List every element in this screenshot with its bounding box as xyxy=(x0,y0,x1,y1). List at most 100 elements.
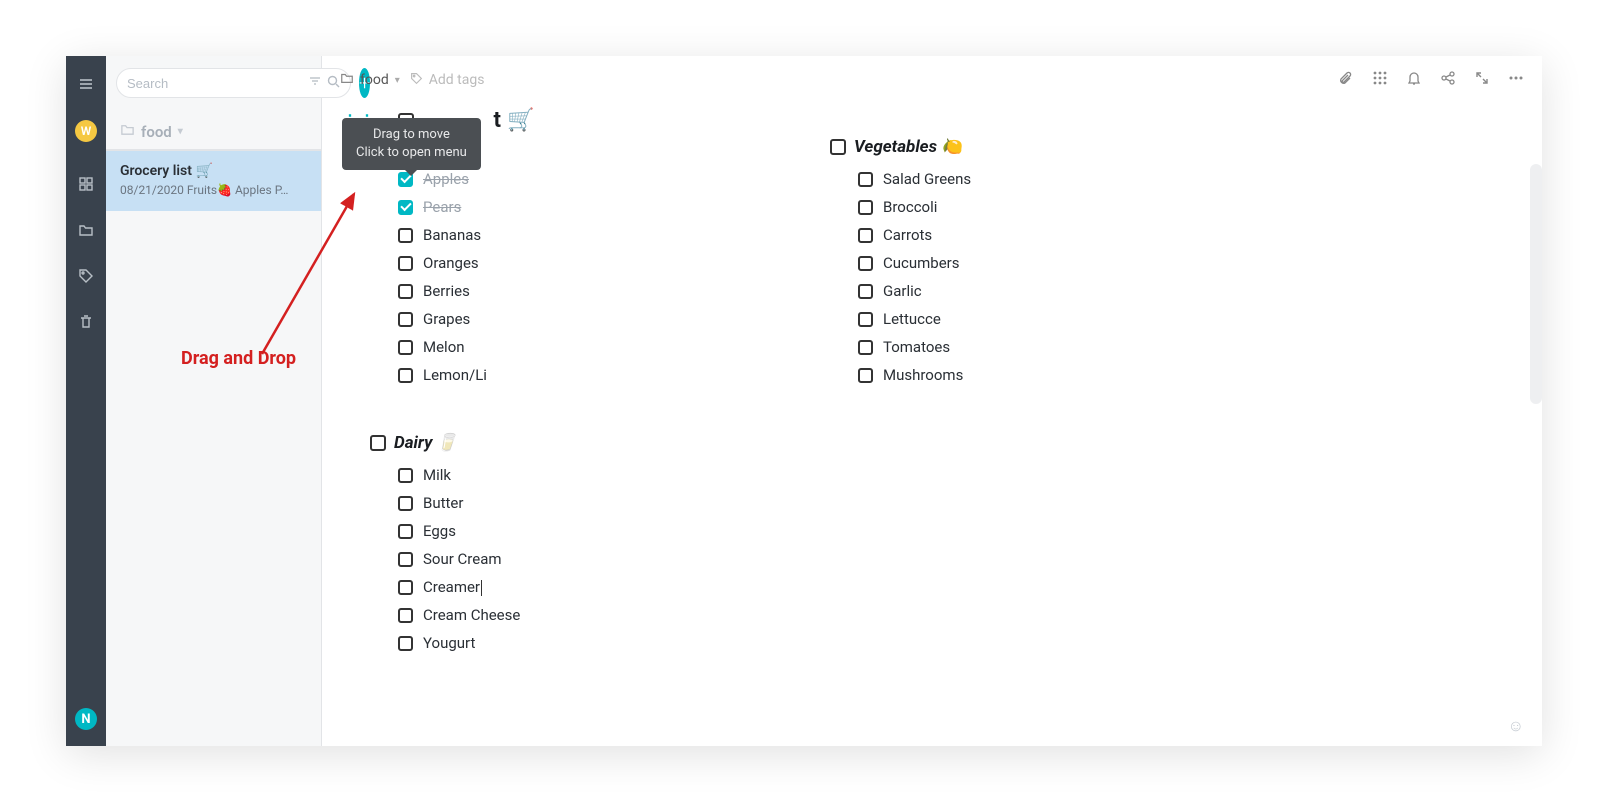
list-item[interactable]: Sour Cream xyxy=(398,545,650,573)
column-left: Fruits 🍓 ApplesPearsBananasOrangesBerrie… xyxy=(370,137,650,687)
emoji-picker-icon[interactable]: ☺ xyxy=(1508,716,1524,736)
scrollbar[interactable] xyxy=(1530,164,1542,404)
avatar[interactable]: W xyxy=(75,120,97,142)
share-icon[interactable] xyxy=(1440,70,1456,90)
app-logo[interactable]: N xyxy=(75,708,97,730)
list-item[interactable]: Lemon/Li xyxy=(398,361,650,389)
search-input-wrapper[interactable] xyxy=(116,68,351,98)
group-label: Dairy 🥛 xyxy=(394,433,458,453)
item-checkbox[interactable] xyxy=(398,636,413,651)
list-item[interactable]: Bananas xyxy=(398,221,650,249)
item-checkbox[interactable] xyxy=(858,312,873,327)
item-text: Bananas xyxy=(423,226,481,244)
document-body[interactable]: ⋮⋮ ▾ t 🛒 Fruits 🍓 xyxy=(322,104,1542,746)
list-item[interactable]: Mushrooms xyxy=(858,361,1110,389)
search-input[interactable] xyxy=(127,76,303,91)
chevron-down-icon[interactable]: ▾ xyxy=(395,75,400,86)
item-checkbox[interactable] xyxy=(858,200,873,215)
menu-icon[interactable] xyxy=(76,74,96,94)
list-item[interactable]: Milk xyxy=(398,461,650,489)
list-item[interactable]: Creamer xyxy=(398,573,650,601)
tooltip-line: Click to open menu xyxy=(356,144,467,162)
tag-icon xyxy=(410,72,423,89)
filter-icon[interactable] xyxy=(309,75,321,91)
list-item[interactable]: Garlic xyxy=(858,277,1110,305)
list-item[interactable]: Lettucce xyxy=(858,305,1110,333)
item-checkbox[interactable] xyxy=(398,340,413,355)
item-checkbox[interactable] xyxy=(858,284,873,299)
top-right-actions xyxy=(1338,70,1524,90)
item-checkbox[interactable] xyxy=(398,284,413,299)
trash-icon[interactable] xyxy=(76,312,96,332)
tooltip-line: Drag to move xyxy=(356,126,467,144)
list-item[interactable]: Salad Greens xyxy=(858,165,1110,193)
item-checkbox[interactable] xyxy=(398,256,413,271)
item-checkbox[interactable] xyxy=(398,580,413,595)
add-tags-label: Add tags xyxy=(429,72,485,88)
item-text: Carrots xyxy=(883,226,932,244)
list-item[interactable]: Yougurt xyxy=(398,629,650,657)
folder-name: food xyxy=(141,123,172,141)
expand-icon[interactable] xyxy=(1474,70,1490,90)
tag-icon[interactable] xyxy=(76,266,96,286)
item-text: Milk xyxy=(423,466,451,484)
page-title: t 🛒 xyxy=(494,108,535,133)
list-item[interactable]: Grapes xyxy=(398,305,650,333)
item-checkbox[interactable] xyxy=(858,172,873,187)
item-checkbox[interactable] xyxy=(858,256,873,271)
item-checkbox[interactable] xyxy=(398,608,413,623)
sidebar: + food ▾ Grocery list 🛒 08/21/2020 Fruit… xyxy=(106,56,322,746)
breadcrumb[interactable]: food ▾ xyxy=(340,71,400,89)
item-checkbox[interactable] xyxy=(398,228,413,243)
item-checkbox[interactable] xyxy=(398,468,413,483)
list-item[interactable]: Carrots xyxy=(858,221,1110,249)
list-item[interactable]: Broccoli xyxy=(858,193,1110,221)
item-checkbox[interactable] xyxy=(858,228,873,243)
list-item[interactable]: Berries xyxy=(398,277,650,305)
app-window: W N + xyxy=(66,56,1542,746)
apps-icon[interactable] xyxy=(1372,70,1388,90)
item-checkbox[interactable] xyxy=(398,496,413,511)
item-text: Creamer xyxy=(423,578,482,596)
group-checkbox[interactable] xyxy=(370,435,386,451)
more-icon[interactable] xyxy=(1508,70,1524,90)
grid-icon[interactable] xyxy=(76,174,96,194)
note-list-item[interactable]: Grocery list 🛒 08/21/2020 Fruits🍓 Apples… xyxy=(106,151,321,211)
item-checkbox[interactable] xyxy=(858,340,873,355)
item-text: Broccoli xyxy=(883,198,937,216)
cart-icon: 🛒 xyxy=(507,108,534,133)
list-item[interactable]: Oranges xyxy=(398,249,650,277)
item-text: Butter xyxy=(423,494,463,512)
group-checkbox[interactable] xyxy=(830,139,846,155)
list-item[interactable]: Cream Cheese xyxy=(398,601,650,629)
item-text: Salad Greens xyxy=(883,170,971,188)
list-item[interactable]: Tomatoes xyxy=(858,333,1110,361)
list-item[interactable]: Cucumbers xyxy=(858,249,1110,277)
item-text: Lettucce xyxy=(883,310,941,328)
item-text: Grapes xyxy=(423,310,470,328)
attachment-icon[interactable] xyxy=(1338,70,1354,90)
folder-header[interactable]: food ▾ xyxy=(106,108,321,151)
group-label: Vegetables 🍋 xyxy=(854,137,962,157)
note-title: Grocery list 🛒 xyxy=(120,163,307,179)
bell-icon[interactable] xyxy=(1406,70,1422,90)
chevron-down-icon[interactable]: ▾ xyxy=(178,126,183,137)
item-checkbox[interactable] xyxy=(398,552,413,567)
list-item[interactable]: Butter xyxy=(398,489,650,517)
item-checkbox[interactable] xyxy=(858,368,873,383)
item-checkbox[interactable] xyxy=(398,524,413,539)
column-right: Vegetables 🍋 Salad Greens Broccoli Carrots… xyxy=(830,137,1110,687)
milk-icon: 🥛 xyxy=(436,433,457,453)
list-item[interactable]: Melon xyxy=(398,333,650,361)
add-tags[interactable]: Add tags xyxy=(410,72,485,89)
item-text: Apples xyxy=(423,170,469,188)
item-checkbox[interactable] xyxy=(398,368,413,383)
list-item[interactable]: Eggs xyxy=(398,517,650,545)
list-item[interactable]: Pears xyxy=(398,193,650,221)
item-text: Berries xyxy=(423,282,470,300)
item-checkbox[interactable] xyxy=(398,312,413,327)
main-pane: food ▾ Add tags xyxy=(322,56,1542,746)
item-checkbox[interactable] xyxy=(398,200,413,215)
folder-icon[interactable] xyxy=(76,220,96,240)
item-text: Cucumbers xyxy=(883,254,960,272)
